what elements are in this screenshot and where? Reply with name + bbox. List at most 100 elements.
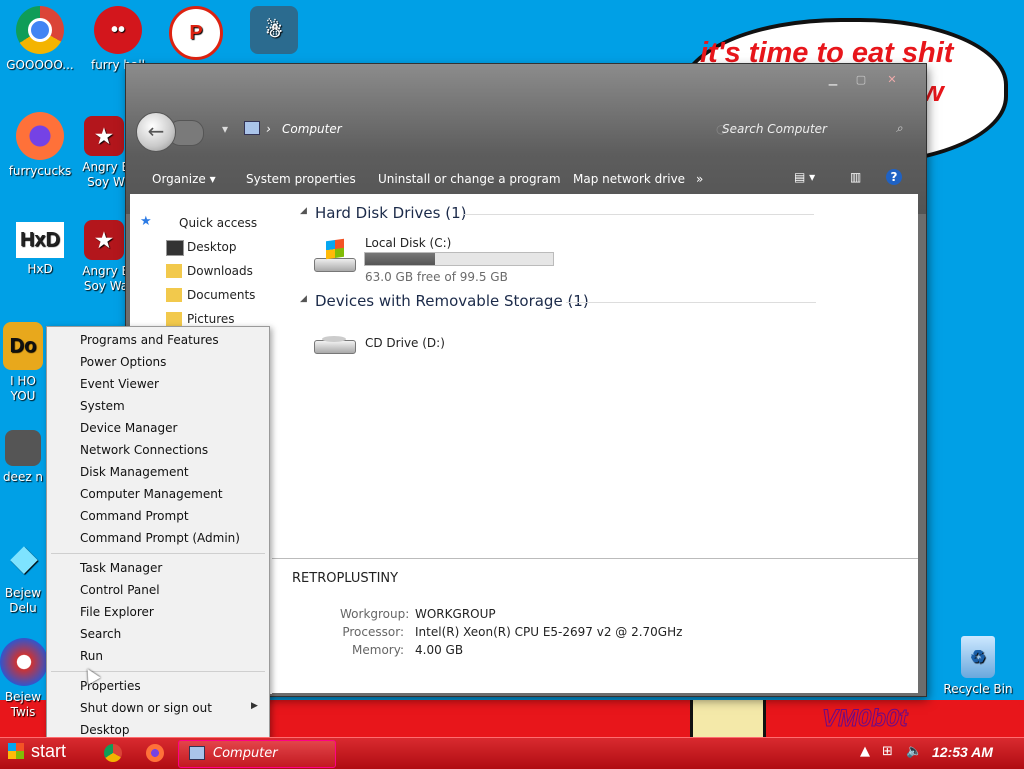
- angry-birds-icon: ★: [84, 220, 124, 260]
- desktop-icon-angry-birds-2[interactable]: ★ Angry B Soy Wa: [74, 220, 134, 294]
- nav-downloads[interactable]: Downloads: [187, 264, 253, 278]
- local-disk-icon: [314, 238, 356, 274]
- menu-file-explorer[interactable]: File Explorer: [80, 605, 154, 619]
- desktop-icon-angry-birds-1[interactable]: ★ Angry B Soy W: [74, 116, 134, 190]
- map-network-drive-button[interactable]: Map network drive: [573, 172, 685, 186]
- desktop-icon-firefox[interactable]: furrycucks: [0, 112, 80, 179]
- desktop-icon-recycle-bin[interactable]: ♻ Recycle Bin: [936, 636, 1020, 697]
- search-icon[interactable]: ⌕: [896, 121, 903, 136]
- menu-command-prompt[interactable]: Command Prompt: [80, 509, 189, 523]
- computer-icon: [189, 746, 205, 760]
- address-bar[interactable]: ▾ › Computer: [222, 121, 652, 142]
- search-box[interactable]: ○ Search Computer ⌕: [716, 121, 912, 142]
- menu-device-manager[interactable]: Device Manager: [80, 421, 177, 435]
- chevron-down-icon[interactable]: ▾: [222, 122, 228, 136]
- taskbar-chrome-icon[interactable]: [104, 744, 122, 762]
- network-icon[interactable]: ⊞: [882, 744, 893, 759]
- menu-disk-management[interactable]: Disk Management: [80, 465, 189, 479]
- preview-pane-icon[interactable]: ▥: [850, 170, 861, 184]
- group-removable-storage[interactable]: Devices with Removable Storage (1): [315, 292, 589, 310]
- app-icon: Do: [3, 322, 43, 370]
- workgroup-value: WORKGROUP: [415, 607, 496, 621]
- menu-run[interactable]: Run: [80, 649, 103, 663]
- breadcrumb-computer[interactable]: Computer: [282, 122, 342, 136]
- start-label: start: [31, 741, 67, 761]
- group-divider: [566, 302, 816, 303]
- group-hard-disk-drives[interactable]: Hard Disk Drives (1): [315, 204, 466, 222]
- content-pane: ◢ Hard Disk Drives (1) Local Disk (C:) 6…: [272, 194, 918, 558]
- cd-drive-icon: [314, 334, 356, 356]
- clock[interactable]: 12:53 AM: [932, 744, 993, 760]
- nav-desktop[interactable]: Desktop: [187, 240, 237, 254]
- taskbar-firefox-icon[interactable]: [146, 744, 164, 762]
- menu-power-options[interactable]: Power Options: [80, 355, 166, 369]
- bejeweled-icon: ◆: [10, 539, 38, 577]
- pictures-folder-icon: [166, 312, 182, 326]
- show-hidden-icons[interactable]: ▲: [860, 744, 870, 759]
- computer-icon: [244, 121, 260, 135]
- taskbar-window-computer[interactable]: Computer: [178, 740, 336, 768]
- power-user-menu: Programs and Features Power Options Even…: [46, 326, 270, 746]
- desktop-icon-bejeweled[interactable]: ◆ Bejew Delu: [0, 534, 46, 616]
- nav-quick-access[interactable]: Quick access: [179, 216, 257, 230]
- menu-system[interactable]: System: [80, 399, 125, 413]
- search-input[interactable]: Search Computer: [722, 122, 827, 136]
- downloads-folder-icon: [166, 264, 182, 278]
- folder-icon: [5, 430, 41, 466]
- submenu-arrow-icon: ▶: [251, 701, 258, 711]
- back-button[interactable]: ←: [136, 112, 176, 152]
- hxd-icon: HxD: [16, 222, 64, 258]
- collapse-icon[interactable]: ◢: [300, 206, 307, 216]
- uninstall-program-button[interactable]: Uninstall or change a program: [378, 172, 561, 186]
- desktop-icon-furry-ball[interactable]: •• furry ball: [78, 6, 158, 73]
- collapse-icon[interactable]: ◢: [300, 294, 307, 304]
- desktop-icon-p[interactable]: P: [156, 6, 236, 64]
- computer-name: RETROPLUSTINY: [292, 571, 399, 586]
- memory-label: Memory:: [352, 643, 404, 657]
- desktop-icon-app[interactable]: ☃: [234, 6, 314, 58]
- nav-documents[interactable]: Documents: [187, 288, 255, 302]
- cd-drive-label[interactable]: CD Drive (D:): [365, 336, 445, 350]
- desktop-icon-chrome[interactable]: GOOOOO...: [0, 6, 80, 73]
- star-icon: ★: [140, 214, 152, 229]
- desktop-icon-bejeweled-twist[interactable]: Bejew Twis: [0, 638, 48, 720]
- menu-control-panel[interactable]: Control Panel: [80, 583, 160, 597]
- minimize-icon[interactable]: ▁: [822, 72, 844, 88]
- close-icon[interactable]: ✕: [878, 72, 906, 88]
- menu-shut-down-or-sign-out[interactable]: Shut down or sign out: [80, 701, 212, 715]
- menu-search[interactable]: Search: [80, 627, 121, 641]
- view-options-icon[interactable]: ▤ ▾: [794, 170, 815, 184]
- desktop-icon-hxd[interactable]: HxD HxD: [0, 222, 80, 277]
- desktop-folder-icon: [166, 240, 184, 256]
- maximize-icon[interactable]: ▢: [850, 72, 872, 88]
- workgroup-label: Workgroup:: [340, 607, 410, 621]
- menu-separator: [51, 553, 265, 554]
- nav-pictures[interactable]: Pictures: [187, 312, 235, 326]
- group-divider: [464, 214, 814, 215]
- organize-button[interactable]: Organize ▾: [152, 172, 216, 186]
- start-button[interactable]: start: [0, 737, 96, 768]
- volume-icon[interactable]: 🔈: [906, 744, 922, 759]
- windows-logo-icon: [8, 743, 24, 759]
- p-logo-icon: P: [169, 6, 223, 60]
- disk-usage-fill: [365, 253, 435, 265]
- desktop-icon-deez[interactable]: deez n: [0, 430, 46, 485]
- menu-desktop[interactable]: Desktop: [80, 723, 130, 737]
- recycle-bin-icon: ♻: [961, 636, 995, 678]
- help-icon[interactable]: ?: [886, 169, 902, 185]
- menu-command-prompt-admin[interactable]: Command Prompt (Admin): [80, 531, 240, 545]
- desktop-icon-i-ho[interactable]: Do I HO YOU: [0, 322, 46, 404]
- system-properties-button[interactable]: System properties: [246, 172, 356, 186]
- local-disk-label[interactable]: Local Disk (C:): [365, 236, 451, 250]
- menu-event-viewer[interactable]: Event Viewer: [80, 377, 159, 391]
- menu-programs-and-features[interactable]: Programs and Features: [80, 333, 219, 347]
- wallpaper-figure: [690, 700, 766, 740]
- taskbar-window-label: Computer: [213, 746, 278, 761]
- local-disk-free-space: 63.0 GB free of 99.5 GB: [365, 270, 508, 284]
- menu-task-manager[interactable]: Task Manager: [80, 561, 162, 575]
- wallpaper-signature: VM0b0t: [821, 705, 908, 733]
- menu-network-connections[interactable]: Network Connections: [80, 443, 208, 457]
- breadcrumb-separator-icon: ›: [266, 122, 271, 136]
- more-commands-button[interactable]: »: [696, 172, 703, 186]
- menu-computer-management[interactable]: Computer Management: [80, 487, 223, 501]
